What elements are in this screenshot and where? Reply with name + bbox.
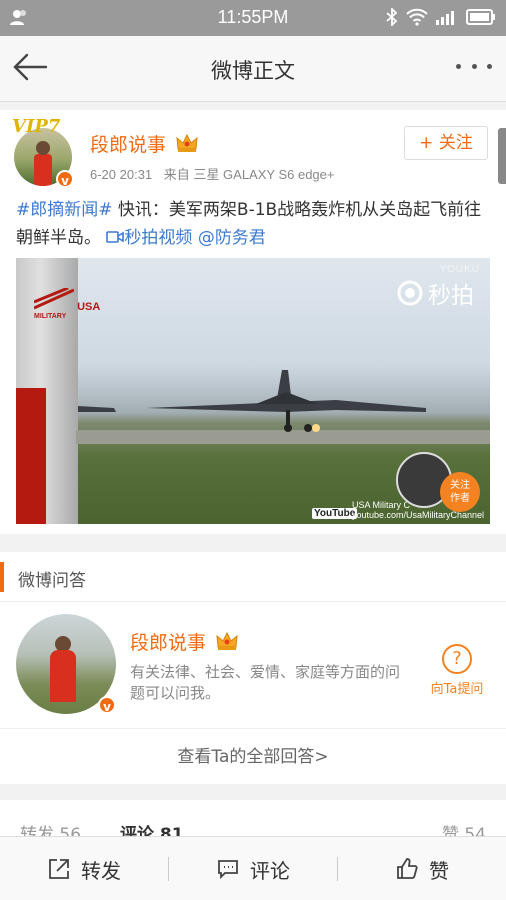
verified-badge-icon: v — [98, 696, 116, 714]
follow-label: 关注 — [438, 133, 473, 153]
status-bar: 11:55PM — [0, 0, 506, 36]
bottom-action-bar: 转发 评论 赞 — [0, 836, 506, 900]
qa-username[interactable]: 段郎说事 — [130, 628, 238, 656]
like-button[interactable]: 赞 — [338, 837, 506, 900]
qa-description: 有关法律、社会、爱情、家庭等方面的问题可以问我。 — [130, 663, 401, 702]
verified-badge-icon: v — [56, 170, 74, 188]
qa-section-title: 微博问答 — [18, 571, 86, 591]
avatar-body — [50, 650, 76, 702]
youtube-logo-text: YouTube — [312, 508, 358, 519]
video-camera-icon — [106, 231, 125, 243]
more-options-button[interactable] — [456, 64, 492, 74]
battery-icon — [466, 9, 496, 29]
youtube-logo: YouTube — [312, 505, 358, 519]
author-name[interactable]: 段郎说事 — [90, 130, 198, 158]
wifi-icon — [406, 8, 428, 30]
video-player[interactable]: USA MILITARY YOUKU 秒拍 YouTube USA Milita… — [16, 258, 490, 524]
comment-button[interactable]: 评论 — [169, 837, 337, 900]
like-button-label: 赞 — [429, 858, 449, 883]
thumbs-up-icon — [397, 858, 418, 879]
topic-link[interactable]: #郎摘新闻# — [16, 200, 113, 220]
second-aircraft-icon — [78, 406, 116, 412]
more-dot-icon — [471, 64, 477, 69]
more-dot-icon — [456, 64, 461, 69]
nav-bar: 微博正文 — [0, 36, 506, 102]
post-timestamp: 6-20 20:31 — [90, 167, 153, 182]
channel-logo: USA MILITARY — [33, 286, 101, 320]
repost-button-label: 转发 — [81, 858, 121, 883]
follow-button[interactable]: + 关注 — [404, 126, 488, 160]
qa-header: 微博问答 — [0, 552, 506, 602]
miaopai-watermark-text: 秒拍 — [428, 283, 474, 309]
author-name-text: 段郎说事 — [90, 134, 167, 156]
channel-logo-sub: MILITARY — [34, 313, 67, 320]
miaopai-logo-icon — [397, 280, 423, 306]
side-scroll-tab[interactable] — [498, 128, 506, 184]
vip-badge: VIP7 — [12, 116, 61, 137]
channel-logo-text: USA — [77, 301, 101, 313]
signal-icon — [436, 9, 458, 29]
post-meta: 6-20 20:31 来自 三星 GALAXY S6 edge+ — [90, 164, 334, 183]
view-all-answers-link[interactable]: 查看Ta的全部回答> — [0, 728, 506, 784]
qa-card: 微博问答 v 段郎说事 有关法律、社会、爱情、家庭等方面的问题可以问我。 ? 向… — [0, 552, 506, 784]
plus-icon: + — [419, 133, 434, 153]
comment-button-label: 评论 — [250, 858, 290, 883]
video-author[interactable]: 关注 作者 — [396, 452, 484, 512]
follow-author-button[interactable]: 关注 作者 — [440, 472, 480, 512]
video-link[interactable]: 秒拍视频 — [106, 228, 192, 248]
question-mark-icon: ? — [442, 644, 472, 674]
repost-icon — [49, 859, 69, 879]
more-dot-icon — [487, 64, 492, 69]
post-text: #郎摘新闻# 快讯：美军两架B-1B战略轰炸机从关岛起飞前往朝鲜半岛。 秒拍视频… — [16, 196, 490, 252]
flag-red — [16, 388, 46, 524]
video-link-label: 秒拍视频 — [124, 228, 193, 248]
page-title: 微博正文 — [211, 59, 295, 83]
ask-question-button[interactable]: ? 向Ta提问 — [424, 644, 490, 697]
qa-username-text: 段郎说事 — [130, 632, 207, 654]
post-source: 三星 GALAXY S6 edge+ — [193, 167, 335, 182]
miaopai-watermark: 秒拍 — [396, 276, 474, 310]
youku-watermark: YOUKU — [439, 264, 480, 275]
mention-link[interactable]: @防务君 — [198, 228, 266, 248]
crown-icon — [216, 631, 238, 656]
bluetooth-icon — [386, 6, 398, 30]
crown-icon — [176, 133, 198, 158]
comment-icon — [218, 860, 238, 880]
stats-tabs: 转发 56 评论 81 赞 54 — [0, 800, 506, 845]
ask-label: 向Ta提问 — [430, 682, 484, 697]
repost-button[interactable]: 转发 — [0, 837, 168, 900]
author-avatar[interactable]: VIP7 v — [12, 116, 76, 188]
bomber-aircraft-icon — [146, 370, 426, 432]
qa-accent-bar — [0, 562, 4, 592]
weibo-post: VIP7 v 段郎说事 6-20 20:31 来自 三星 GALAXY S6 e… — [0, 110, 506, 534]
source-prefix: 来自 — [163, 167, 190, 182]
